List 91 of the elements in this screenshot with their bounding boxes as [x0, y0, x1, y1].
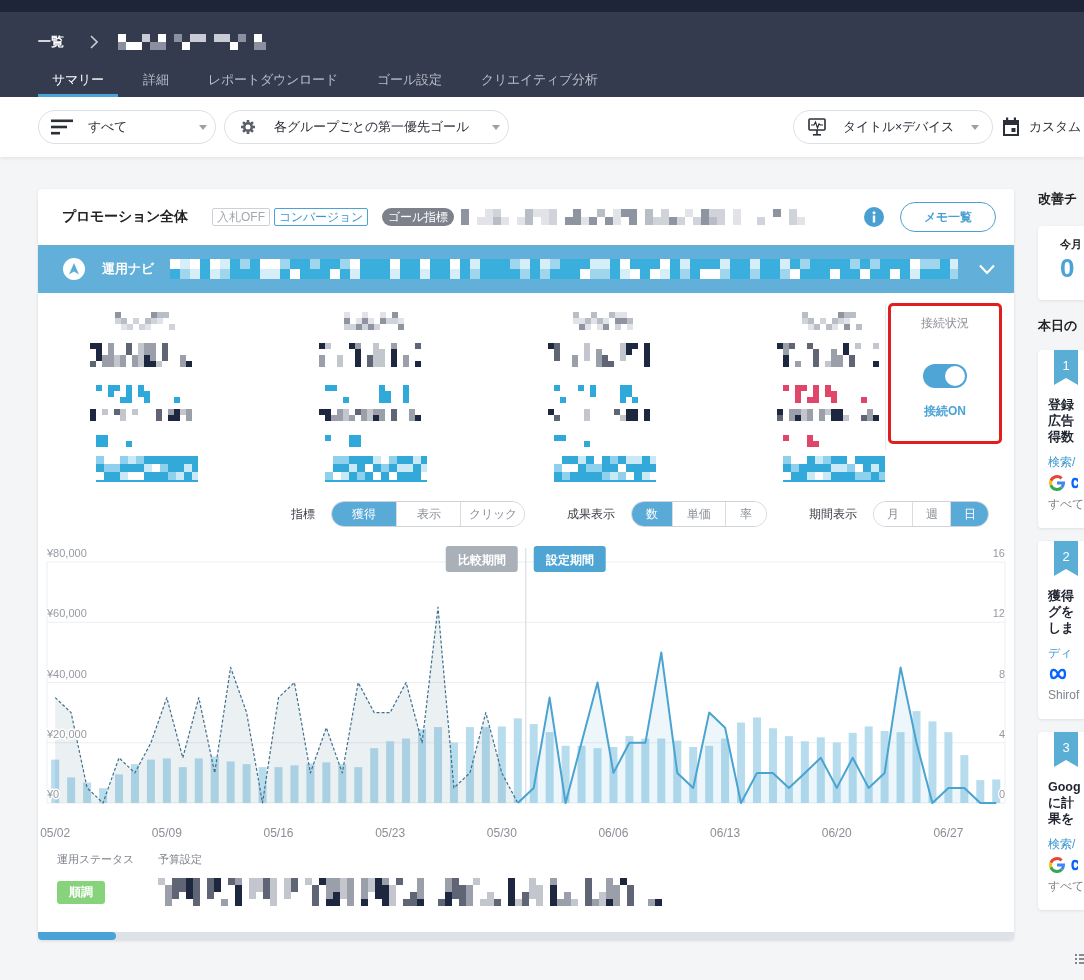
redacted-button[interactable] [325, 456, 427, 482]
dropdown[interactable]: すべて [38, 110, 216, 144]
section-title: 改善チ [1038, 191, 1077, 207]
task-title: 獲得グをしま [1048, 588, 1075, 636]
axis-label: 4 [998, 727, 1005, 740]
date-range-button[interactable]: カスタム [1002, 117, 1081, 137]
task-title: Googに計果を [1048, 779, 1082, 827]
redacted-button[interactable] [554, 456, 656, 482]
period-tag: 比較期間 [445, 546, 518, 572]
caret-down-icon [492, 124, 500, 130]
gear-icon [241, 120, 255, 134]
section-title: 本日の [1038, 318, 1077, 334]
info-icon[interactable] [864, 207, 884, 227]
connection-status: 接続ON [924, 403, 966, 419]
task-card[interactable]: 2 獲得グをしま ディ Shirof [1038, 541, 1084, 719]
redacted-text [554, 435, 590, 447]
nav-tab[interactable]: クリエイティブ分析 [467, 52, 612, 97]
g-logo-icon [1048, 856, 1066, 874]
control-label: 指標 [291, 506, 315, 522]
task-title: 登録広告得数 [1048, 397, 1075, 445]
redacted-button[interactable] [96, 456, 198, 482]
scrollbar-thumb[interactable] [38, 932, 116, 940]
monitor-icon [808, 118, 826, 136]
nav-tab[interactable]: 詳細 [129, 52, 183, 97]
segment-option[interactable]: クリック [460, 502, 524, 526]
status-tag: 入札OFF [212, 208, 270, 226]
segment-option[interactable]: 率 [725, 502, 766, 526]
scope-label: すべて [1048, 496, 1084, 512]
rank-ribbon: 2 [1054, 541, 1078, 576]
dropdown[interactable]: 各グループごとの第一優先ゴール [224, 110, 509, 144]
axis-label: 05/30 [486, 826, 517, 840]
axis-label: 06/20 [821, 826, 852, 840]
axis-label: 05/16 [263, 826, 294, 840]
list-icon[interactable] [1075, 954, 1084, 964]
axis-label: 05/23 [375, 826, 406, 840]
card-label: 今月 [1060, 237, 1083, 251]
redacted-text [96, 435, 132, 447]
redacted-text [783, 435, 819, 447]
axis-label: 05/09 [151, 826, 182, 840]
filter-icon [51, 119, 73, 135]
axis-label: 06/06 [598, 826, 629, 840]
control-label: 期間表示 [809, 506, 857, 522]
period-tag: 設定期間 [533, 546, 606, 572]
category-label: 検索/ [1048, 454, 1076, 470]
axis-label: 16 [992, 547, 1005, 559]
status-tag: コンバージョン [274, 208, 368, 226]
caret-down-icon [199, 124, 207, 130]
axis-label: 05/02 [40, 826, 71, 840]
chevron-right-icon [90, 35, 98, 49]
chevron-down-icon[interactable] [978, 263, 996, 275]
axis-label: ¥40,000 [47, 667, 87, 680]
navi-title: 運用ナビ [102, 260, 154, 278]
redacted-text [573, 312, 633, 330]
axis-label: 06/13 [710, 826, 741, 840]
category-label: 検索/ [1048, 836, 1076, 852]
rank-ribbon: 1 [1054, 350, 1078, 385]
caret-down-icon [971, 124, 979, 130]
nav-tab[interactable]: レポートダウンロード [194, 52, 352, 97]
redacted-text [344, 312, 404, 330]
axis-label: 12 [992, 607, 1005, 620]
status-badge: 順調 [57, 881, 105, 904]
category-label: ディ [1048, 645, 1072, 661]
task-card[interactable]: 3 Googに計果を 検索/ すべて [1038, 732, 1084, 910]
connection-label: 接続状況 [921, 315, 969, 331]
redacted-text [115, 312, 175, 330]
field-label: 運用ステータス [57, 852, 135, 866]
annotation: 設定期間 [544, 552, 594, 567]
count-value: 0 [1060, 253, 1076, 283]
nav-tab[interactable]: ゴール設定 [363, 52, 456, 97]
redacted-button[interactable] [783, 456, 885, 482]
task-card[interactable]: 1 登録広告得数 検索/ すべて [1038, 350, 1084, 528]
calendar-icon [1002, 117, 1020, 137]
scope-label: Shirof [1048, 687, 1080, 703]
axis-label: 8 [998, 667, 1005, 680]
scope-label: すべて [1048, 878, 1084, 894]
axis-label: 06/27 [933, 826, 964, 840]
rank-ribbon: 3 [1054, 732, 1078, 767]
axis-label: ¥20,000 [47, 727, 87, 740]
dropdown[interactable]: タイトル×デバイス [793, 110, 993, 144]
toggle-switch[interactable] [923, 364, 967, 388]
annotation: 比較期間 [457, 552, 506, 567]
card-title: プロモーション全体 [62, 208, 188, 226]
g-logo-icon [1048, 474, 1066, 492]
redacted-text [325, 435, 361, 447]
control-label: 成果表示 [567, 506, 615, 522]
breadcrumb-link[interactable]: 一覧 [38, 32, 64, 52]
axis-label: ¥80,000 [47, 547, 87, 559]
goal-tag: ゴール指標 [382, 208, 454, 226]
redacted-text [802, 312, 862, 330]
axis-label: ¥60,000 [47, 607, 87, 620]
field-label: 予算設定 [158, 852, 203, 866]
